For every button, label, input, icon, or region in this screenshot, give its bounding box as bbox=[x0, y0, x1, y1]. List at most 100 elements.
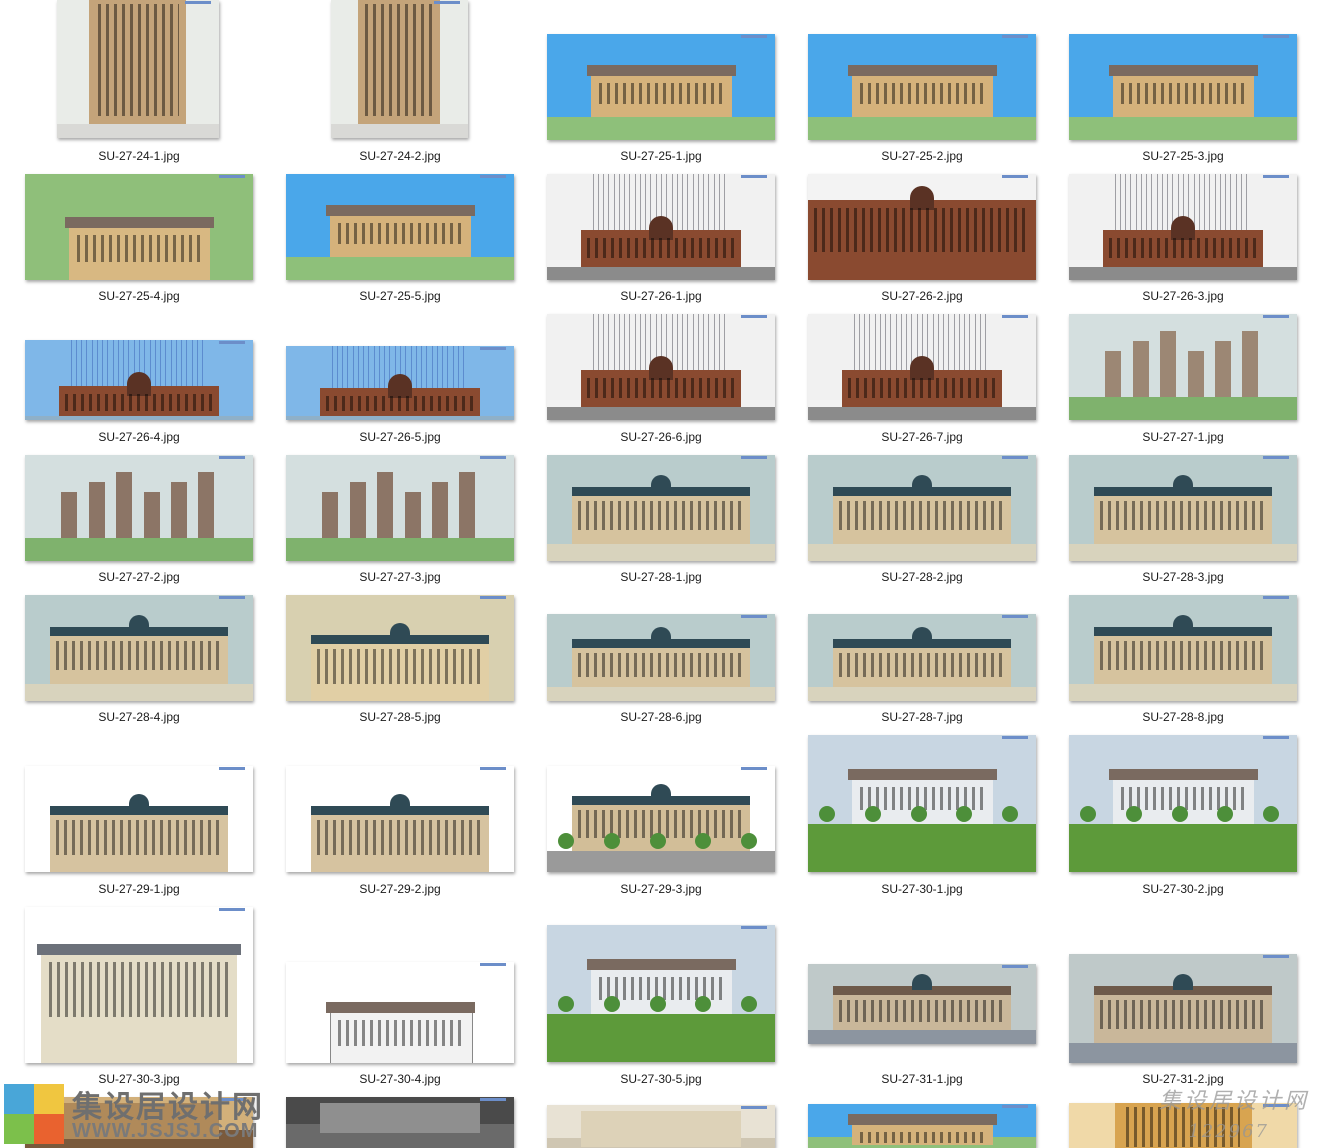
file-name: SU-27-26-6.jpg bbox=[620, 430, 702, 444]
thumbnail-image[interactable] bbox=[286, 346, 514, 420]
thumbnail-image[interactable] bbox=[1069, 174, 1297, 280]
thumbnail-image[interactable] bbox=[286, 1097, 514, 1148]
thumb-sky bbox=[25, 455, 253, 538]
thumbnail-image[interactable] bbox=[547, 925, 775, 1062]
dome bbox=[912, 627, 932, 643]
building-windows bbox=[98, 4, 179, 116]
thumbnail-image[interactable] bbox=[808, 455, 1036, 561]
thumbnail-image[interactable] bbox=[808, 1104, 1036, 1148]
thumb-tag bbox=[480, 767, 506, 770]
thumb-tag bbox=[1263, 315, 1289, 318]
thumbnail-image[interactable] bbox=[1069, 595, 1297, 701]
thumbnail-image[interactable] bbox=[25, 907, 253, 1063]
thumb-tag bbox=[1263, 35, 1289, 38]
dome bbox=[649, 216, 673, 240]
building-windows bbox=[56, 820, 222, 855]
tree bbox=[695, 996, 711, 1012]
thumbnail-image[interactable] bbox=[25, 174, 253, 280]
thumbnail-image[interactable] bbox=[808, 34, 1036, 140]
thumb-ground bbox=[1069, 117, 1297, 140]
thumbnail-image[interactable] bbox=[25, 766, 253, 872]
file-name: SU-27-27-2.jpg bbox=[98, 570, 180, 584]
thumbnail-image[interactable] bbox=[1069, 954, 1297, 1063]
thumbnail-image[interactable] bbox=[547, 34, 775, 140]
thumbnail-image[interactable] bbox=[808, 964, 1036, 1044]
building-windows bbox=[599, 83, 724, 104]
thumb-ground bbox=[547, 1014, 775, 1062]
building-windows bbox=[326, 396, 474, 411]
tower-building bbox=[144, 492, 160, 538]
thumb-ground bbox=[286, 257, 514, 280]
roof bbox=[848, 65, 997, 76]
watermark-number: 122967 bbox=[1188, 1121, 1269, 1142]
thumbnail-image[interactable] bbox=[286, 174, 514, 280]
file-name: SU-27-26-7.jpg bbox=[881, 430, 963, 444]
building-windows bbox=[49, 962, 229, 1017]
thumbnail-image[interactable] bbox=[1069, 455, 1297, 561]
thumb-tag bbox=[1002, 175, 1028, 178]
building-windows bbox=[56, 641, 222, 670]
thumb-ground bbox=[547, 117, 775, 140]
logo-square-orange bbox=[34, 1114, 64, 1144]
thumb-tag bbox=[1002, 965, 1028, 968]
file-name: SU-27-25-5.jpg bbox=[359, 289, 441, 303]
thumbnail-image[interactable] bbox=[1069, 34, 1297, 140]
thumb-ground bbox=[1069, 1043, 1297, 1063]
dome bbox=[129, 794, 149, 810]
thumb-sky bbox=[1069, 314, 1297, 397]
thumbnail-image[interactable] bbox=[547, 1105, 775, 1148]
thumbnail-image[interactable] bbox=[547, 455, 775, 561]
thumb-tag bbox=[219, 341, 245, 344]
thumb-tag bbox=[1263, 955, 1289, 958]
tree bbox=[604, 833, 620, 849]
file-name: SU-27-30-2.jpg bbox=[1142, 882, 1224, 896]
thumb-ground bbox=[808, 1030, 1036, 1044]
thumbnail-image[interactable] bbox=[808, 614, 1036, 701]
building-windows bbox=[1100, 1000, 1266, 1029]
thumbnail-image[interactable] bbox=[808, 174, 1036, 280]
thumb-tag bbox=[1263, 175, 1289, 178]
thumbnail-image[interactable] bbox=[286, 595, 514, 701]
file-name: SU-27-26-5.jpg bbox=[359, 430, 441, 444]
thumbnail-image[interactable] bbox=[331, 0, 468, 138]
file-name: SU-27-26-1.jpg bbox=[620, 289, 702, 303]
thumbnail-image[interactable] bbox=[57, 0, 219, 138]
thumbnail-image[interactable] bbox=[808, 735, 1036, 872]
thumbnail-image[interactable] bbox=[547, 614, 775, 701]
thumbnail-image[interactable] bbox=[286, 766, 514, 872]
thumbnail-image[interactable] bbox=[25, 595, 253, 701]
roof bbox=[65, 217, 214, 228]
thumb-tag bbox=[1002, 456, 1028, 459]
thumbnail-image[interactable] bbox=[1069, 314, 1297, 420]
thumb-tag bbox=[1002, 1105, 1028, 1108]
thumbnail-image[interactable] bbox=[286, 455, 514, 561]
tree bbox=[741, 833, 757, 849]
thumbnail-image[interactable] bbox=[547, 314, 775, 420]
logo-square-blue bbox=[4, 1084, 34, 1114]
dome bbox=[651, 627, 671, 643]
site-logo: 集设居设计网 WWW.JSJSJ.COM bbox=[4, 1082, 294, 1148]
thumbnail-image[interactable] bbox=[286, 962, 514, 1063]
tree bbox=[558, 833, 574, 849]
dome bbox=[129, 615, 149, 631]
thumb-ground bbox=[25, 684, 253, 701]
interior-wall bbox=[320, 1103, 480, 1133]
tree bbox=[558, 996, 574, 1012]
thumbnail-image[interactable] bbox=[25, 455, 253, 561]
thumb-ground bbox=[25, 538, 253, 561]
thumb-tag bbox=[219, 767, 245, 770]
building-windows bbox=[77, 235, 202, 262]
thumbnail-image[interactable] bbox=[547, 174, 775, 280]
file-name: SU-27-27-1.jpg bbox=[1142, 430, 1224, 444]
thumbnail-image[interactable] bbox=[25, 340, 253, 420]
thumb-ground bbox=[808, 824, 1036, 872]
thumbnail-image[interactable] bbox=[547, 766, 775, 872]
file-name: SU-27-25-3.jpg bbox=[1142, 149, 1224, 163]
thumbnail-image[interactable] bbox=[808, 314, 1036, 420]
thumb-ground bbox=[547, 267, 775, 280]
building-windows bbox=[814, 208, 1030, 252]
building-windows bbox=[365, 4, 434, 116]
file-name: SU-27-28-7.jpg bbox=[881, 710, 963, 724]
thumb-tag bbox=[741, 615, 767, 618]
thumbnail-image[interactable] bbox=[1069, 735, 1297, 872]
